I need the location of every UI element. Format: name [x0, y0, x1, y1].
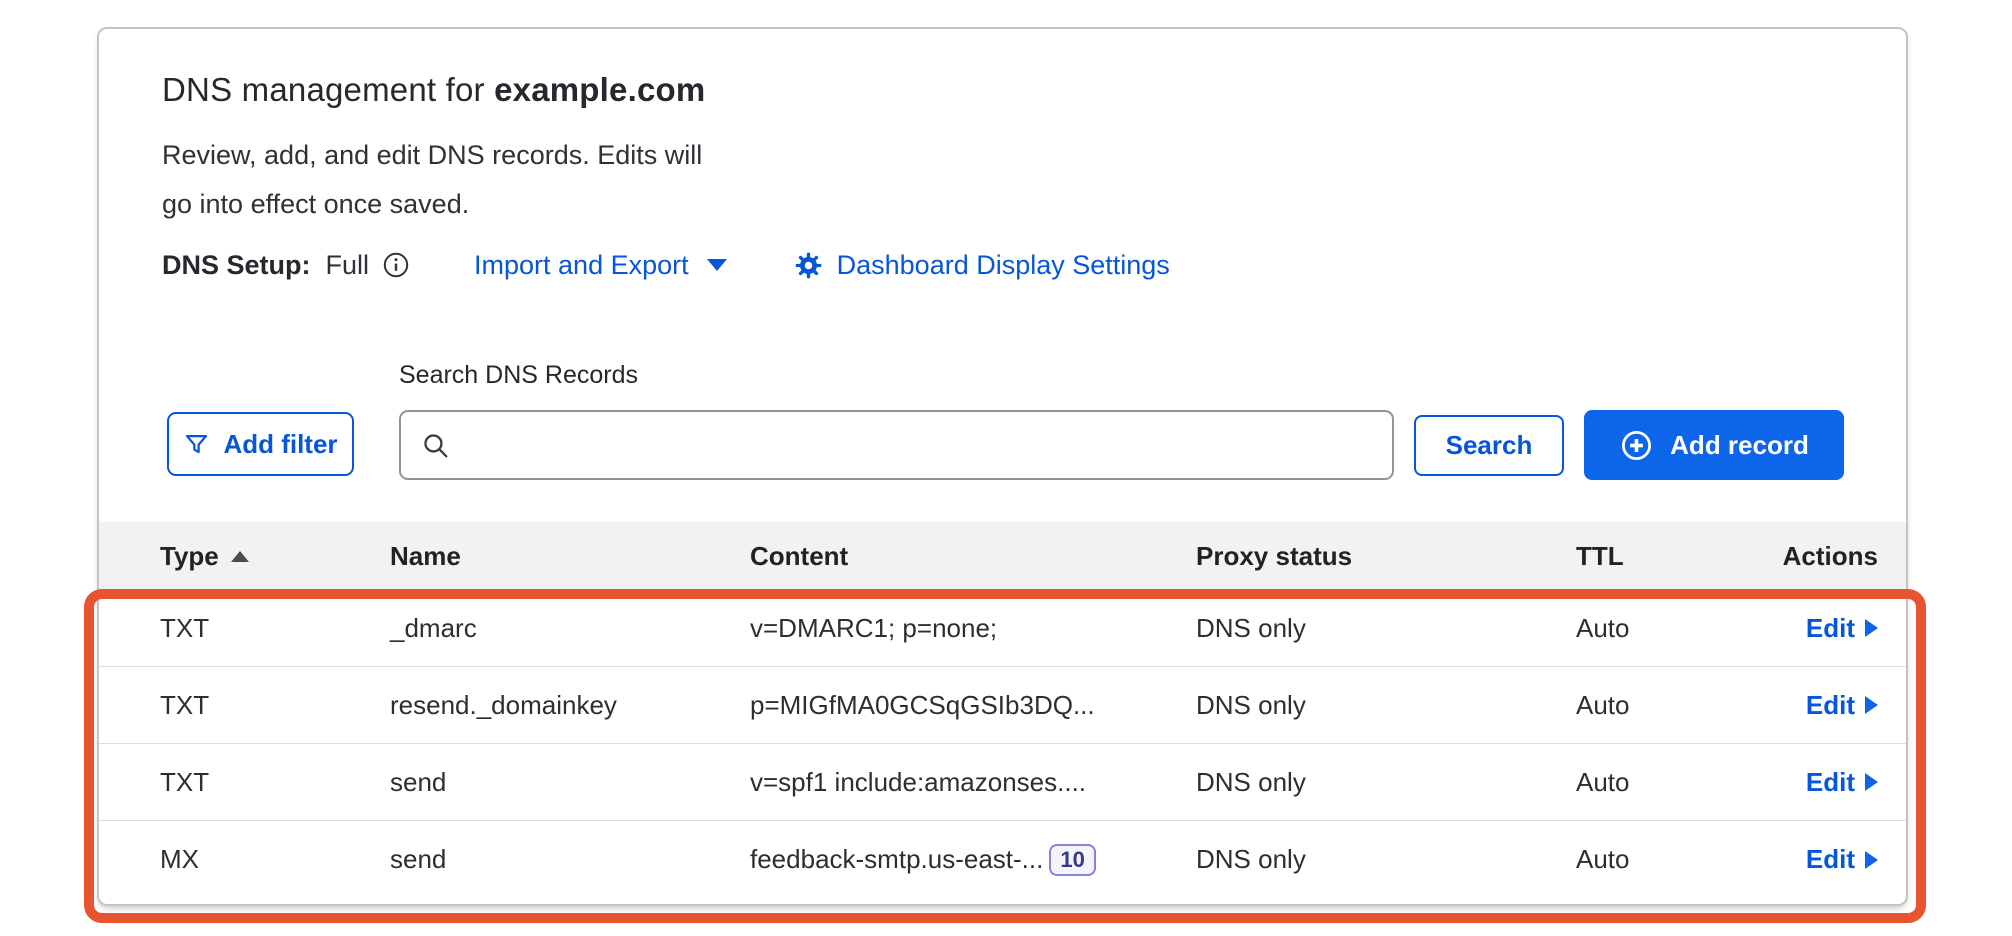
edit-link[interactable]: Edit	[1806, 613, 1878, 644]
info-icon[interactable]	[382, 251, 410, 279]
sort-asc-icon	[231, 551, 249, 562]
dashboard-settings-label: Dashboard Display Settings	[837, 250, 1170, 281]
cell-actions: Edit	[1757, 844, 1906, 875]
column-header-actions: Actions	[1757, 541, 1906, 572]
cell-proxy-status: DNS only	[1196, 844, 1576, 875]
edit-caret-icon	[1865, 619, 1878, 637]
cell-ttl: Auto	[1576, 613, 1757, 644]
edit-link[interactable]: Edit	[1806, 690, 1878, 721]
cell-proxy-status: DNS only	[1196, 767, 1576, 798]
search-input[interactable]	[464, 412, 1392, 478]
edit-label: Edit	[1806, 613, 1855, 644]
record-content-text: feedback-smtp.us-east-...	[750, 844, 1043, 875]
page-title: DNS management for example.com	[162, 71, 705, 109]
cell-type: TXT	[160, 767, 390, 798]
import-export-link[interactable]: Import and Export	[474, 250, 727, 281]
gear-icon	[793, 250, 824, 281]
column-label-type: Type	[160, 541, 219, 572]
plus-circle-icon	[1619, 428, 1654, 463]
table-row: TXT send v=spf1 include:amazonses.... DN…	[99, 744, 1906, 821]
add-filter-label: Add filter	[223, 429, 337, 460]
edit-link[interactable]: Edit	[1806, 844, 1878, 875]
mx-priority-badge: 10	[1049, 844, 1095, 876]
column-header-name: Name	[390, 541, 750, 572]
cell-actions: Edit	[1757, 613, 1906, 644]
cell-actions: Edit	[1757, 690, 1906, 721]
column-header-type[interactable]: Type	[160, 541, 390, 572]
search-box	[399, 410, 1394, 480]
page-title-prefix: DNS management for	[162, 71, 494, 108]
cell-type: MX	[160, 844, 390, 875]
cell-content: feedback-smtp.us-east-... 10	[750, 844, 1196, 876]
import-export-label: Import and Export	[474, 250, 689, 281]
table-header-row: Type Name Content Proxy status TTL Actio…	[99, 522, 1906, 590]
edit-label: Edit	[1806, 767, 1855, 798]
cell-proxy-status: DNS only	[1196, 690, 1576, 721]
cell-ttl: Auto	[1576, 844, 1757, 875]
description-line-1: Review, add, and edit DNS records. Edits…	[162, 131, 702, 180]
dns-management-card: DNS management for example.com Review, a…	[97, 27, 1908, 906]
edit-caret-icon	[1865, 773, 1878, 791]
table-row: TXT _dmarc v=DMARC1; p=none; DNS only Au…	[99, 590, 1906, 667]
search-records-label: Search DNS Records	[399, 361, 638, 390]
search-icon	[421, 431, 450, 460]
cell-name: _dmarc	[390, 613, 750, 644]
dns-setup-row: DNS Setup: Full Import and Export	[162, 245, 1170, 285]
table-row: MX send feedback-smtp.us-east-... 10 DNS…	[99, 821, 1906, 898]
cell-ttl: Auto	[1576, 767, 1757, 798]
chevron-down-icon	[707, 259, 727, 271]
record-content-text: v=spf1 include:amazonses....	[750, 767, 1086, 798]
record-content-text: v=DMARC1; p=none;	[750, 613, 997, 644]
filter-icon	[183, 431, 210, 458]
cell-ttl: Auto	[1576, 690, 1757, 721]
search-button-label: Search	[1446, 430, 1533, 461]
cell-type: TXT	[160, 690, 390, 721]
table-row: TXT resend._domainkey p=MIGfMA0GCSqGSIb3…	[99, 667, 1906, 744]
add-filter-button[interactable]: Add filter	[167, 412, 354, 476]
column-header-ttl: TTL	[1576, 541, 1757, 572]
cell-name: send	[390, 844, 750, 875]
cell-content: p=MIGfMA0GCSqGSIb3DQ...	[750, 690, 1196, 721]
edit-caret-icon	[1865, 696, 1878, 714]
dashboard-settings-link[interactable]: Dashboard Display Settings	[793, 250, 1170, 281]
cell-name: send	[390, 767, 750, 798]
dns-records-table-body: TXT _dmarc v=DMARC1; p=none; DNS only Au…	[99, 590, 1906, 898]
column-header-content: Content	[750, 541, 1196, 572]
cell-content: v=spf1 include:amazonses....	[750, 767, 1196, 798]
dns-setup-value: Full	[326, 250, 370, 281]
cell-proxy-status: DNS only	[1196, 613, 1576, 644]
search-button[interactable]: Search	[1414, 415, 1564, 476]
cell-name: resend._domainkey	[390, 690, 750, 721]
domain-name: example.com	[494, 71, 705, 108]
edit-label: Edit	[1806, 844, 1855, 875]
edit-caret-icon	[1865, 851, 1878, 869]
record-content-text: p=MIGfMA0GCSqGSIb3DQ...	[750, 690, 1095, 721]
edit-link[interactable]: Edit	[1806, 767, 1878, 798]
edit-label: Edit	[1806, 690, 1855, 721]
cell-actions: Edit	[1757, 767, 1906, 798]
description-line-2: go into effect once saved.	[162, 180, 702, 229]
column-header-proxy-status: Proxy status	[1196, 541, 1576, 572]
add-record-label: Add record	[1670, 430, 1809, 461]
cell-content: v=DMARC1; p=none;	[750, 613, 1196, 644]
dns-setup-label: DNS Setup:	[162, 250, 311, 281]
page-description: Review, add, and edit DNS records. Edits…	[162, 131, 702, 229]
add-record-button[interactable]: Add record	[1584, 410, 1844, 480]
cell-type: TXT	[160, 613, 390, 644]
